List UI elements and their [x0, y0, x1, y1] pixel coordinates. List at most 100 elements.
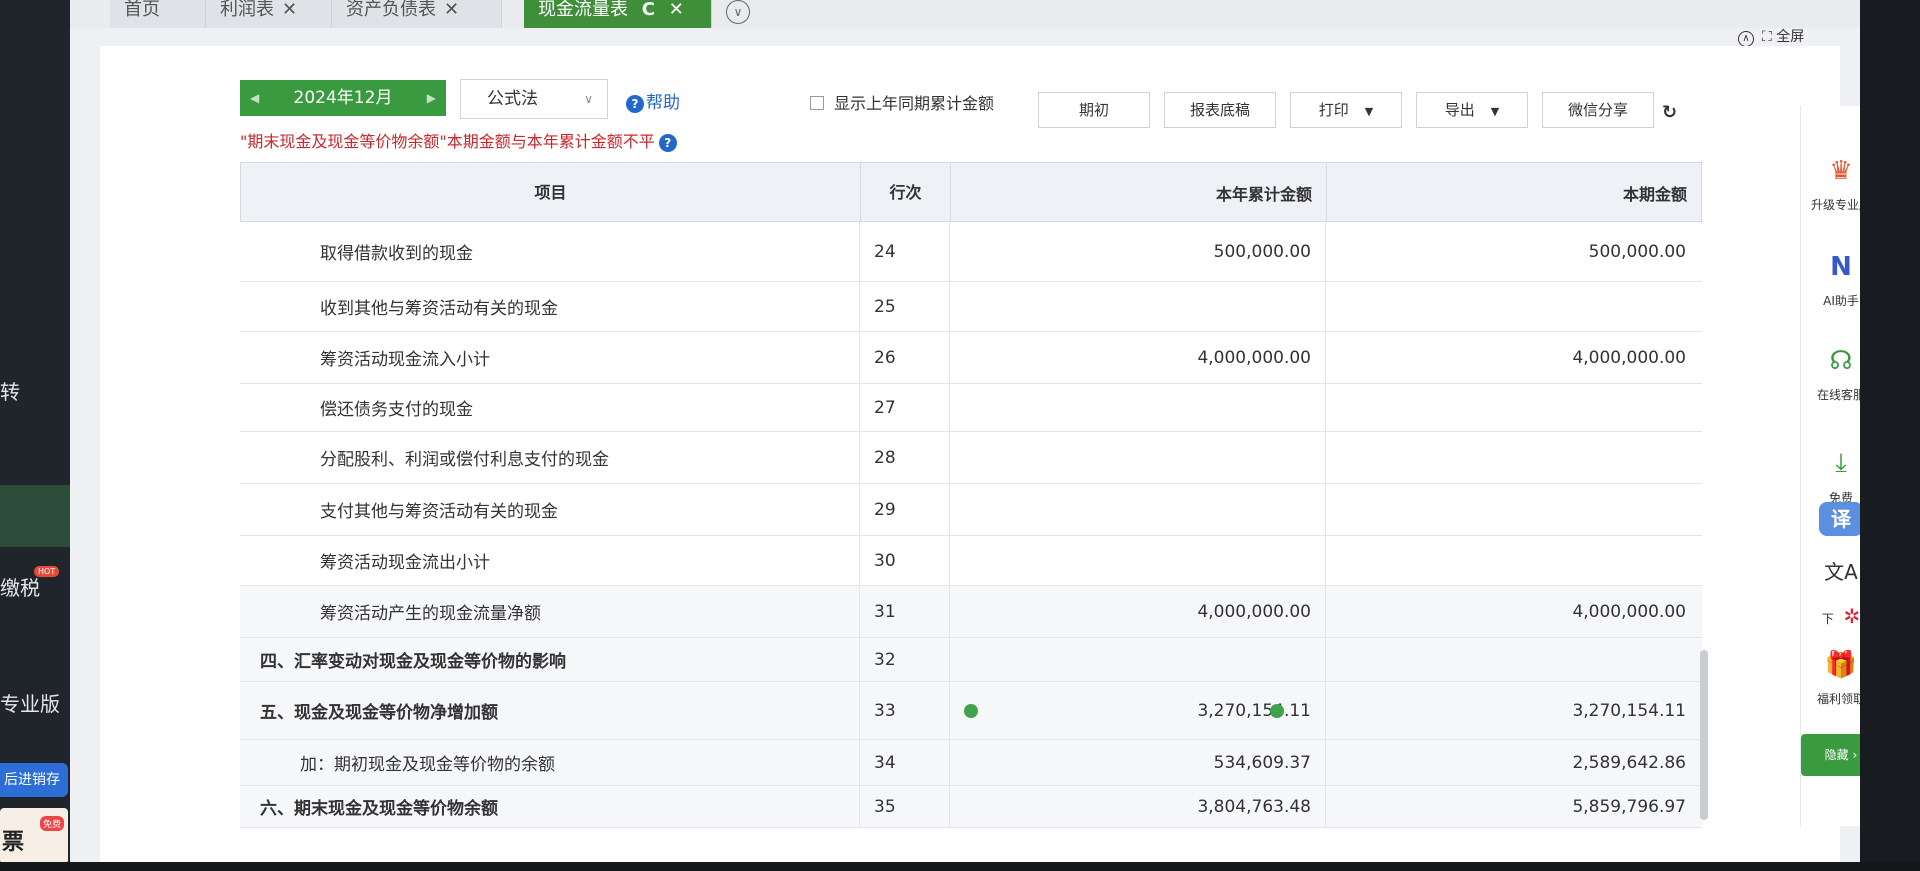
method-select[interactable]: 公式法 ∨: [460, 79, 608, 119]
chevron-up-icon[interactable]: ∧: [1738, 31, 1754, 47]
cell-period[interactable]: [1326, 536, 1700, 585]
cell-line: 33: [860, 682, 950, 739]
tab-home[interactable]: 首页: [110, 0, 206, 28]
monitor-bezel-bottom: [0, 862, 1920, 871]
caret-down-icon: ▼: [1364, 105, 1374, 118]
table-row[interactable]: 加：期初现金及现金等价物的余额 34 534,609.37 2,589,642.86: [240, 740, 1702, 786]
cell-period[interactable]: 4,000,000.00: [1326, 332, 1700, 383]
cell-ytd[interactable]: [950, 536, 1326, 585]
table-scrollbar[interactable]: [1700, 650, 1708, 820]
status-dot-icon[interactable]: [1270, 704, 1284, 718]
close-icon[interactable]: ✕: [282, 0, 297, 20]
cell-ytd[interactable]: 4,000,000.00: [950, 586, 1326, 637]
table-row[interactable]: 四、汇率变动对现金及现金等价物的影响 32: [240, 638, 1702, 682]
print-button[interactable]: 打印 ▼: [1290, 92, 1402, 128]
warning-text: "期末现金及现金等价物余额"本期金额与本年累计金额不平: [240, 132, 655, 151]
table-row[interactable]: 取得借款收到的现金 24 500,000.00 500,000.00: [240, 222, 1702, 282]
opening-button[interactable]: 期初: [1038, 92, 1150, 128]
prev-period-icon[interactable]: ◀: [250, 80, 259, 116]
cell-period[interactable]: [1326, 484, 1700, 535]
cell-line: 31: [860, 586, 950, 637]
export-button[interactable]: 导出 ▼: [1416, 92, 1528, 128]
refresh-icon[interactable]: C: [642, 0, 655, 20]
cell-period[interactable]: 3,270,154.11: [1326, 682, 1700, 739]
tab-income-statement[interactable]: 利润表 ✕: [206, 0, 332, 28]
tab-balance-sheet[interactable]: 资产负债表 ✕: [332, 0, 502, 28]
close-icon[interactable]: ✕: [669, 0, 684, 20]
cell-period[interactable]: 4,000,000.00: [1326, 586, 1700, 637]
refresh-icon[interactable]: ↻: [1662, 102, 1677, 123]
help-icon: ?: [626, 95, 644, 113]
cell-item: 筹资活动产生的现金流量净额: [240, 586, 860, 637]
show-last-year-checkbox[interactable]: 显示上年同期累计金额: [810, 90, 994, 114]
table-row[interactable]: 筹资活动现金流入小计 26 4,000,000.00 4,000,000.00: [240, 332, 1702, 384]
print-label: 打印: [1318, 101, 1349, 119]
cell-line: 29: [860, 484, 950, 535]
checkbox-icon[interactable]: [810, 96, 824, 110]
cell-period[interactable]: [1326, 432, 1700, 483]
draft-button[interactable]: 报表底稿: [1164, 92, 1276, 128]
tab-label: 利润表: [220, 0, 274, 20]
table-row[interactable]: 五、现金及现金等价物净增加额 33 3,270,154.11 3,270,154.11: [240, 682, 1702, 740]
service-label: 在线客服: [1816, 388, 1865, 402]
cell-line: 34: [860, 740, 950, 785]
help-icon[interactable]: ?: [658, 134, 677, 152]
header-item: 项目: [241, 163, 861, 223]
cell-ytd[interactable]: [950, 384, 1326, 431]
cell-ytd[interactable]: [950, 432, 1326, 483]
tab-cash-flow[interactable]: 现金流量表 C ✕: [524, 0, 712, 28]
cell-period[interactable]: [1326, 282, 1700, 331]
cell-ytd[interactable]: 534,609.37: [950, 740, 1326, 785]
inventory-button[interactable]: 后进销存: [0, 763, 68, 797]
cell-ytd[interactable]: [950, 638, 1326, 681]
cell-item: 支付其他与筹资活动有关的现金: [240, 484, 860, 535]
cell-period[interactable]: 2,589,642.86: [1326, 740, 1700, 785]
help-link[interactable]: ? 帮助: [626, 88, 680, 113]
translate-badge[interactable]: 译: [1819, 502, 1863, 536]
cell-ytd[interactable]: [950, 282, 1326, 331]
invoice-card[interactable]: 票 免费: [0, 808, 68, 864]
cell-ytd[interactable]: 500,000.00: [950, 222, 1326, 281]
left-item-tax[interactable]: 缴税: [0, 572, 40, 601]
wechat-share-button[interactable]: 微信分享: [1542, 92, 1654, 128]
left-item-pro[interactable]: 专业版: [0, 688, 60, 717]
period-label: 2024年12月: [293, 88, 393, 108]
report-panel: ◀ 2024年12月 ▶ 公式法 ∨ ? 帮助 "期末现金及现金等价物余额"本期金…: [100, 46, 1881, 862]
table-row[interactable]: 六、期末现金及现金等价物余额 35 3,804,763.48 5,859,796.97: [240, 786, 1702, 828]
table-row[interactable]: 支付其他与筹资活动有关的现金 29: [240, 484, 1702, 536]
cell-ytd[interactable]: 3,804,763.48: [950, 786, 1326, 827]
method-value: 公式法: [487, 89, 538, 109]
monitor-bezel-right: [1860, 0, 1920, 871]
close-icon[interactable]: ✕: [444, 0, 459, 20]
chevron-right-icon: ›: [1852, 748, 1858, 762]
left-item-transfer[interactable]: 转: [0, 376, 20, 405]
table-row[interactable]: 收到其他与筹资活动有关的现金 25: [240, 282, 1702, 332]
cell-line: 25: [860, 282, 950, 331]
cell-line: 24: [860, 222, 950, 281]
table-row[interactable]: 偿还债务支付的现金 27: [240, 384, 1702, 432]
period-selector[interactable]: ◀ 2024年12月 ▶: [240, 80, 446, 116]
table-row[interactable]: 筹资活动产生的现金流量净额 31 4,000,000.00 4,000,000.00: [240, 586, 1702, 638]
table-row[interactable]: 筹资活动现金流出小计 30: [240, 536, 1702, 586]
chevron-down-icon[interactable]: ∨: [726, 0, 750, 24]
cell-period[interactable]: 5,859,796.97: [1326, 786, 1700, 827]
fullscreen-button[interactable]: ∧ ⛶ 全屏: [1738, 26, 1804, 47]
cell-period[interactable]: [1326, 638, 1700, 681]
tab-label: 首页: [124, 0, 160, 20]
status-dot-icon[interactable]: [964, 704, 978, 718]
cell-ytd[interactable]: 4,000,000.00: [950, 332, 1326, 383]
network-icon: ✲: [1843, 604, 1861, 628]
cell-period[interactable]: [1326, 384, 1700, 431]
free-badge: 免费: [40, 816, 65, 831]
next-period-icon[interactable]: ▶: [427, 80, 436, 116]
cell-ytd[interactable]: [950, 484, 1326, 535]
tab-label: 现金流量表: [538, 0, 628, 20]
cell-item: 五、现金及现金等价物净增加额: [240, 682, 860, 739]
table-row[interactable]: 分配股利、利润或偿付利息支付的现金 28: [240, 432, 1702, 484]
cell-period[interactable]: 500,000.00: [1326, 222, 1700, 281]
invoice-card-text: 票: [2, 830, 25, 855]
export-label: 导出: [1444, 101, 1475, 119]
cell-item: 四、汇率变动对现金及现金等价物的影响: [240, 638, 860, 681]
hot-badge: HOT: [34, 566, 60, 577]
cell-item: 六、期末现金及现金等价物余额: [240, 786, 860, 827]
